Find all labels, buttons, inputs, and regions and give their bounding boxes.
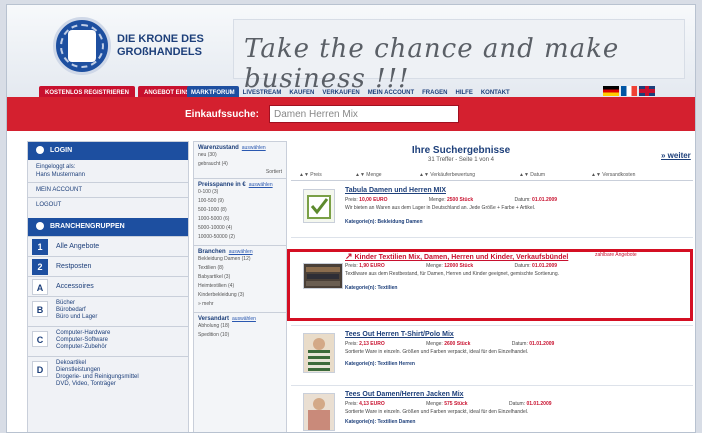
item-description: Sortierte Ware in einzeln. Größen und Fa… bbox=[345, 349, 529, 355]
group-letter: A bbox=[32, 279, 48, 295]
product-thumbnail[interactable] bbox=[303, 189, 335, 223]
item-meta: Preis: 2,13 EURO Menge: 2600 Stück Datum… bbox=[345, 341, 555, 347]
filter-shipping: Versandart auswählen Abholung (18) Spedit… bbox=[194, 313, 286, 343]
list-item: Tees Out Damen/Herren Jacken Mix Preis: … bbox=[299, 391, 689, 431]
item-title-link[interactable]: Tees Out Damen/Herren Jacken Mix bbox=[345, 391, 464, 398]
seal-crest-icon bbox=[68, 30, 96, 62]
item-category: Kategorie(n): Bekleidung Damen bbox=[345, 219, 423, 225]
item-meta: Preis: 4,13 EURO Menge: 575 Stück Datum:… bbox=[345, 401, 552, 407]
item-meta: Preis: 10,00 EURO Menge: 2500 Stück Datu… bbox=[345, 197, 558, 203]
filter-condition: Warenzustand auswählen neu (30) gebraucht… bbox=[194, 142, 286, 179]
sidebar-item-restposten[interactable]: 2 Restposten bbox=[28, 256, 188, 276]
product-thumbnail[interactable] bbox=[303, 333, 335, 373]
filter-column: Warenzustand auswählen neu (30) gebraucht… bbox=[193, 141, 287, 432]
sidebar: LOGIN Eingeloggt als: Hans Mustermann ME… bbox=[27, 141, 189, 432]
item-description: Sortierte Ware in einzeln. Größen und Fa… bbox=[345, 409, 529, 415]
filter-select-link[interactable]: auswählen bbox=[232, 316, 256, 322]
sidebar-item-logout[interactable]: LOGOUT bbox=[28, 197, 188, 212]
filter-option[interactable]: Babyartikel (3) bbox=[198, 273, 282, 282]
brand-line-1: DIE KRONE DES bbox=[117, 33, 204, 45]
login-status: Eingeloggt als: Hans Mustermann bbox=[36, 164, 86, 178]
group-number: 1 bbox=[32, 239, 48, 255]
french-flag-icon[interactable] bbox=[621, 86, 637, 96]
bullet-icon bbox=[36, 222, 44, 231]
filter-option[interactable]: neu (30) bbox=[198, 151, 282, 160]
search-bar: Einkaufssuche: bbox=[7, 97, 695, 131]
divider bbox=[291, 385, 693, 386]
filter-sort-link[interactable]: Sortiert bbox=[198, 169, 282, 175]
results-count: 31 Treffer - Seite 1 von 4 bbox=[428, 157, 494, 163]
item-category: Kategorie(n): Textilien Herren bbox=[345, 361, 415, 367]
filter-select-link[interactable]: auswählen bbox=[242, 145, 266, 151]
filter-option[interactable]: 10000-50000 (2) bbox=[198, 233, 282, 242]
sort-date[interactable]: ▲▼ Datum bbox=[519, 172, 545, 178]
filter-option[interactable]: 5000-10000 (4) bbox=[198, 224, 282, 233]
sidebar-item-group-d[interactable]: D Dekoartikel Dienstleistungen Drogerie- u… bbox=[28, 356, 188, 392]
group-letter: D bbox=[32, 361, 48, 377]
groups-header: BRANCHENGRUPPEN bbox=[28, 218, 188, 236]
filter-option[interactable]: Bekleidung Damen (12) bbox=[198, 255, 282, 264]
product-thumbnail[interactable] bbox=[303, 393, 335, 431]
list-item: Tees Out Herren T-Shirt/Polo Mix Preis: … bbox=[299, 331, 689, 381]
sidebar-item-group-b[interactable]: B Bücher Bürobedarf Büro und Lager bbox=[28, 296, 188, 326]
highlight-box bbox=[287, 249, 693, 321]
filter-select-link[interactable]: auswählen bbox=[249, 182, 273, 188]
browser-frame: DIE KRONE DES GROßHANDELS Take the chanc… bbox=[6, 4, 696, 433]
item-title-link[interactable]: Tees Out Herren T-Shirt/Polo Mix bbox=[345, 331, 454, 338]
sort-price[interactable]: ▲▼ Preis bbox=[299, 172, 322, 178]
filter-option[interactable]: Textilien (8) bbox=[198, 264, 282, 273]
results-title: Ihre Suchergebnisse bbox=[411, 145, 511, 156]
filter-branch: Branchen auswählen Bekleidung Damen (12) … bbox=[194, 246, 286, 313]
filter-option[interactable]: 100-500 (9) bbox=[198, 197, 282, 206]
filter-price: Preisspanne in € auswählen 0-100 (3) 100-… bbox=[194, 179, 286, 246]
group-letter: C bbox=[32, 331, 48, 347]
german-flag-icon[interactable] bbox=[603, 86, 619, 96]
sidebar-item-account[interactable]: MEIN ACCOUNT bbox=[28, 182, 188, 197]
brand-line-2: GROßHANDELS bbox=[117, 46, 202, 58]
login-header: LOGIN bbox=[28, 142, 188, 160]
filter-option[interactable]: 1000-5000 (6) bbox=[198, 215, 282, 224]
site-header: DIE KRONE DES GROßHANDELS Take the chanc… bbox=[7, 5, 695, 100]
filter-option[interactable]: Spedition (10) bbox=[198, 331, 282, 340]
filter-option[interactable]: Abholung (18) bbox=[198, 322, 282, 331]
item-category: Kategorie(n): Textilien Damen bbox=[345, 419, 416, 425]
filter-option[interactable]: Kinderbekleidung (3) bbox=[198, 291, 282, 300]
slogan-banner: Take the chance and make business !!! bbox=[233, 19, 685, 94]
sort-shipping[interactable]: ▲▼ Versandkosten bbox=[591, 172, 635, 178]
list-item: Tabula Damen und Herren MIX Preis: 10,00… bbox=[299, 187, 689, 237]
seal-logo-icon[interactable] bbox=[53, 17, 111, 75]
bullet-icon bbox=[36, 146, 44, 155]
filter-option[interactable]: gebraucht (4) bbox=[198, 160, 282, 169]
item-description: Wir bieten an Waren aus dem Lager in Deu… bbox=[345, 205, 536, 211]
filter-option[interactable]: 500-1000 (8) bbox=[198, 206, 282, 215]
english-flag-icon[interactable] bbox=[639, 86, 655, 96]
sort-bar: ▲▼ Preis ▲▼ Menge ▲▼ Verkäuferbewertung … bbox=[291, 171, 693, 181]
group-number: 2 bbox=[32, 259, 48, 275]
filter-option[interactable]: 0-100 (3) bbox=[198, 188, 282, 197]
filter-option[interactable]: Heimtextilien (4) bbox=[198, 282, 282, 291]
sidebar-item-group-c[interactable]: C Computer-Hardware Computer-Software Comp… bbox=[28, 326, 188, 356]
divider bbox=[291, 325, 693, 326]
search-input[interactable] bbox=[269, 105, 459, 123]
item-title-link[interactable]: Tabula Damen und Herren MIX bbox=[345, 187, 446, 194]
sidebar-item-accessoires[interactable]: A Accessoires bbox=[28, 276, 188, 296]
search-label: Einkaufssuche: bbox=[185, 109, 259, 120]
sort-quantity[interactable]: ▲▼ Menge bbox=[355, 172, 382, 178]
next-page-link[interactable]: » weiter bbox=[661, 151, 691, 160]
filter-more-link[interactable]: » mehr bbox=[198, 300, 282, 309]
divider bbox=[291, 237, 693, 238]
sort-rating[interactable]: ▲▼ Verkäuferbewertung bbox=[419, 172, 475, 178]
checkbox-crate-icon bbox=[307, 195, 331, 219]
group-letter: B bbox=[32, 301, 48, 317]
brand-name[interactable]: DIE KRONE DES GROßHANDELS bbox=[117, 33, 227, 59]
sidebar-item-alle-angebote[interactable]: 1 Alle Angebote bbox=[28, 236, 188, 256]
